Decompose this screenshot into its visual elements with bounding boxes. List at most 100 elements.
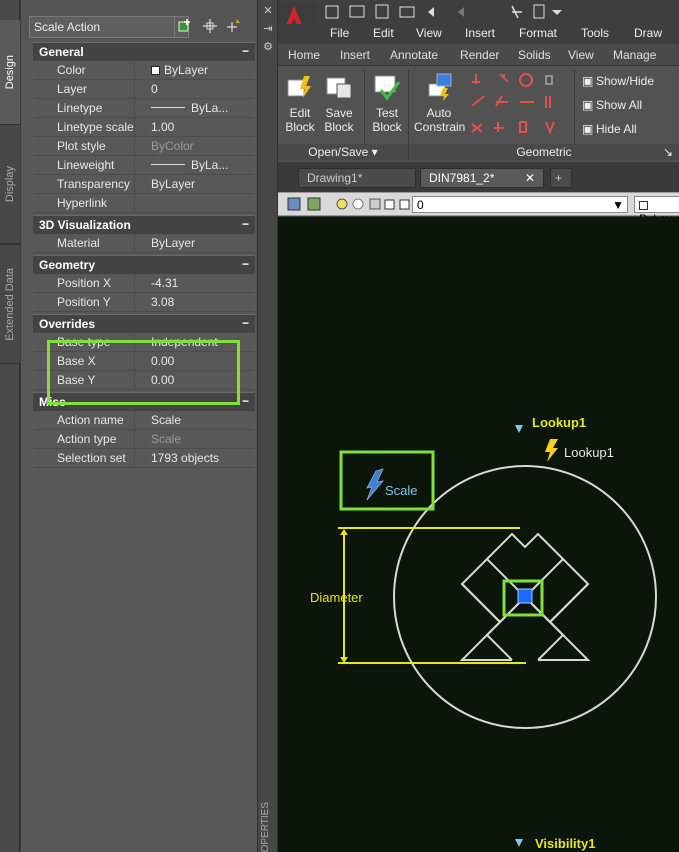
collapse-icon[interactable]: − [242, 316, 249, 330]
tab-display[interactable]: Display [0, 124, 20, 244]
save-block-button[interactable]: Save Block [322, 72, 356, 134]
property-value[interactable]: ByLayer [135, 175, 255, 193]
property-value[interactable]: ByLa... [135, 99, 255, 117]
property-value[interactable]: ByLayer [135, 234, 255, 252]
close-icon[interactable]: ✕ [525, 171, 535, 185]
tab-view[interactable]: View [568, 48, 594, 62]
object-type-select-value: Scale Action [34, 20, 101, 34]
property-row[interactable]: Layer 0 [33, 80, 255, 99]
panel-geometric[interactable]: Geometric ↘ [409, 144, 679, 160]
lookup-action-label[interactable]: Lookup1 [564, 445, 614, 460]
property-value[interactable]: 1793 objects [135, 449, 255, 467]
tab-design[interactable]: Design [0, 20, 20, 124]
property-row[interactable]: Action name Scale [33, 411, 255, 430]
section-geometry[interactable]: Geometry − [33, 255, 255, 274]
show-all-button[interactable]: ▣ Show All [582, 98, 642, 112]
layer-tool-icons[interactable] [282, 194, 412, 216]
property-key: Selection set [33, 449, 135, 467]
property-value[interactable]: 3.08 [135, 293, 255, 311]
collapse-icon[interactable]: − [242, 44, 249, 58]
hide-all-button[interactable]: ▣ Hide All [582, 122, 637, 136]
auto-hide-icon[interactable]: ⇥ [262, 22, 274, 35]
property-row[interactable]: Material ByLayer [33, 234, 255, 253]
drawing-canvas[interactable]: Lookup1 Lookup1 Scale Diameter Visibilit… [278, 217, 679, 852]
property-value[interactable]: Scale [135, 411, 255, 429]
diameter-parameter-label[interactable]: Diameter [310, 590, 363, 605]
linetype-dropdown[interactable]: ByLay [634, 196, 679, 226]
section-overrides-title: Overrides [39, 317, 96, 331]
menu-view[interactable]: View [416, 26, 442, 40]
property-row[interactable]: Hyperlink [33, 194, 255, 213]
palette-title: OPERTIES [260, 801, 271, 852]
object-type-select[interactable]: Scale Action ▼ [29, 16, 189, 38]
property-row[interactable]: Linetype ByLa... [33, 99, 255, 118]
property-value[interactable]: 1.00 [135, 118, 255, 136]
quick-select-icon[interactable] [225, 17, 243, 35]
property-value[interactable]: ByLa... [135, 156, 255, 174]
color-value: ByLayer [164, 63, 209, 77]
property-row[interactable]: Selection set 1793 objects [33, 449, 255, 468]
section-overrides[interactable]: Overrides − [33, 314, 255, 333]
test-block-button[interactable]: Test Block [370, 72, 404, 134]
ribbon-tabs: Home Insert Annotate Render Solids View … [278, 44, 679, 66]
dialog-launcher-icon[interactable]: ↘ [663, 145, 673, 159]
color-swatch-icon [151, 66, 160, 75]
lookup-parameter-label[interactable]: Lookup1 [532, 415, 586, 430]
vertical-tab-strip: Design Display Extended Data [0, 0, 20, 852]
section-3d-visualization[interactable]: 3D Visualization − [33, 215, 255, 234]
canvas-geometry [338, 425, 657, 847]
property-value[interactable]: 0 [135, 80, 255, 98]
new-tab-button[interactable]: + [550, 168, 572, 188]
scale-action-label[interactable]: Scale [385, 483, 418, 498]
linetype-value: ByLa... [191, 101, 229, 115]
menu-tools[interactable]: Tools [581, 26, 609, 40]
property-row[interactable]: Color ByLayer [33, 61, 255, 80]
collapse-icon[interactable]: − [242, 394, 249, 408]
panel-open-save[interactable]: Open/Save ▾ [278, 144, 408, 160]
save-block-label-2: Block [324, 120, 354, 134]
menu-format[interactable]: Format [519, 26, 557, 40]
property-key: Linetype [33, 99, 135, 117]
toggle-pickadd-icon[interactable] [177, 17, 195, 35]
menu-file[interactable]: File [330, 26, 349, 40]
collapse-icon[interactable]: − [242, 257, 249, 271]
visibility-parameter-label[interactable]: Visibility1 [535, 836, 595, 851]
edit-block-button[interactable]: Edit Block [284, 72, 316, 134]
layer-dropdown[interactable]: 0 ▼ [412, 196, 628, 213]
property-value[interactable]: ByLayer [135, 61, 255, 79]
property-row[interactable]: Position Y 3.08 [33, 293, 255, 312]
property-value[interactable] [135, 194, 255, 212]
tab-solids[interactable]: Solids [518, 48, 551, 62]
tab-render[interactable]: Render [460, 48, 499, 62]
doc-tab-drawing1[interactable]: Drawing1* [298, 168, 416, 188]
tab-annotate[interactable]: Annotate [390, 48, 438, 62]
section-general[interactable]: General − [33, 42, 255, 61]
layer-value: 0 [417, 198, 424, 212]
show-hide-button[interactable]: ▣ Show/Hide [582, 74, 654, 88]
property-row[interactable]: Position X -4.31 [33, 274, 255, 293]
property-row[interactable]: Lineweight ByLa... [33, 156, 255, 175]
auto-constrain-button[interactable]: Auto Constrain [414, 72, 465, 134]
doc-tab-din7981[interactable]: DIN7981_2* ✕ [420, 168, 544, 188]
property-row[interactable]: Action type Scale [33, 430, 255, 449]
tab-home[interactable]: Home [288, 48, 320, 62]
property-value[interactable]: -4.31 [135, 274, 255, 292]
menu-draw[interactable]: Draw [634, 26, 662, 40]
geometric-constraints-grid[interactable] [470, 72, 556, 136]
menu-insert[interactable]: Insert [465, 26, 495, 40]
property-row[interactable]: Transparency ByLayer [33, 175, 255, 194]
tab-insert[interactable]: Insert [340, 48, 370, 62]
collapse-icon[interactable]: − [242, 217, 249, 231]
select-objects-icon[interactable] [201, 17, 219, 35]
tab-extended-data[interactable]: Extended Data [0, 244, 20, 364]
close-icon[interactable]: ✕ [262, 4, 274, 17]
property-key: Action type [33, 430, 135, 448]
hide-all-icon: ▣ [582, 122, 594, 136]
property-row[interactable]: Plot style ByColor [33, 137, 255, 156]
tab-manage[interactable]: Manage [613, 48, 656, 62]
settings-icon[interactable]: ⚙ [262, 40, 274, 53]
menu-edit[interactable]: Edit [373, 26, 394, 40]
doc-tab-label: Drawing1* [307, 171, 363, 185]
property-row[interactable]: Linetype scale 1.00 [33, 118, 255, 137]
property-key: Hyperlink [33, 194, 135, 212]
